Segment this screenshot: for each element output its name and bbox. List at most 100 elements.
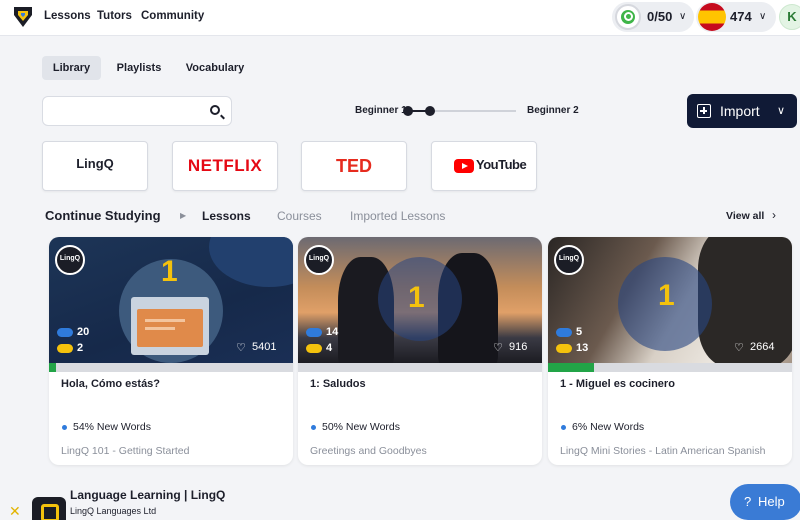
lesson-progress-bar [548,363,792,372]
coin-ring [615,4,641,30]
banner-title: Language Learning | LingQ [70,488,226,502]
lingq-badge: LingQ [55,245,85,275]
nav-lessons[interactable]: Lessons [44,10,91,22]
level-start-label: Beginner 1 [355,105,407,116]
course-name[interactable]: Greetings and Goodbyes [310,445,427,457]
lesson-card[interactable]: LingQ 1 14 4 ♡ 916 1: Saludos 50% New Wo… [298,237,542,465]
lesson-level-number: 1 [408,281,425,314]
tab-imported-lessons[interactable]: Imported Lessons [350,209,445,223]
provider-lingq[interactable]: LingQ [42,141,148,191]
lingq-badge: LingQ [304,245,334,275]
help-button[interactable]: ? Help [730,484,800,520]
nav-community[interactable]: Community [141,10,204,22]
lesson-title[interactable]: Hola, Cómo estás? [61,378,160,390]
lesson-progress-bar [49,363,293,372]
lesson-thumbnail[interactable]: LingQ 1 5 13 ♡ 2664 [548,237,792,363]
new-words-percent: 54% New Words [73,421,152,433]
help-label: Help [758,494,785,509]
view-all-link[interactable]: View all [726,210,764,222]
chevron-down-icon: ∨ [777,105,786,117]
blue-words-icon [556,328,572,337]
nav-tutors[interactable]: Tutors [97,10,132,22]
level-slider-min-knob[interactable] [403,106,413,116]
blue-words-count: 14 [326,326,339,338]
lesson-progress-bar [298,363,542,372]
lesson-card[interactable]: LingQ 1 5 13 ♡ 2664 1 - Miguel es cocine… [548,237,792,465]
lesson-level-number: 1 [658,279,675,312]
tab-library[interactable]: Library [42,56,101,80]
level-end-label: Beginner 2 [527,105,579,116]
badge-label: LingQ [59,255,81,262]
chevron-right-icon[interactable]: › [772,208,776,222]
yellow-words-count: 13 [576,342,589,354]
yellow-words-count: 2 [77,342,84,354]
import-plus-icon [697,104,711,118]
lesson-thumbnail[interactable]: LingQ 1 14 4 ♡ 916 [298,237,542,363]
lesson-title[interactable]: 1: Saludos [310,378,366,390]
youtube-logo: YouTube [476,157,527,172]
provider-youtube[interactable]: YouTube [431,141,537,191]
blue-words-icon [306,328,322,337]
new-words-dot [311,425,316,430]
likes-count: 2664 [750,341,775,353]
lesson-card[interactable]: LingQ 1 20 2 ♡ 5401 Hola, Cómo estás? 54… [49,237,293,465]
netflix-logo: NETFLIX [187,156,263,175]
blue-words-count: 5 [576,326,583,338]
person-silhouette [698,237,792,363]
provider-ted[interactable]: TED [301,141,407,191]
search-icon[interactable] [210,105,220,115]
banner-subtitle: LingQ Languages Ltd [70,506,157,516]
badge-label: LingQ [558,255,580,262]
lesson-title[interactable]: 1 - Miguel es cocinero [560,378,675,390]
window-illustration [131,297,209,355]
triangle-right-icon: ▶ [180,211,187,220]
likes-count: 916 [509,341,528,353]
chevron-down-icon: ∨ [759,11,767,22]
continue-studying-title: Continue Studying [45,208,161,223]
streak-pill[interactable]: 0/50 ∨ [612,2,694,32]
lingq-app-icon [32,497,66,520]
heart-icon[interactable]: ♡ [236,341,246,354]
progress-fill [49,363,56,372]
new-words-dot [62,425,67,430]
likes-count: 5401 [252,341,277,353]
new-words-percent: 50% New Words [322,421,401,433]
heart-icon[interactable]: ♡ [734,341,744,354]
course-name[interactable]: LingQ Mini Stories - Latin American Span… [560,445,765,457]
avatar[interactable]: K [779,4,800,30]
import-label: Import [720,103,760,119]
streak-value: 0/50 [647,9,673,24]
yellow-words-count: 4 [326,342,333,354]
yellow-words-icon [556,344,572,353]
blue-words-icon [57,328,73,337]
tab-vocabulary[interactable]: Vocabulary [182,56,248,80]
course-name[interactable]: LingQ 101 - Getting Started [61,445,189,457]
search-input[interactable] [51,103,201,121]
chevron-down-icon: ∨ [679,11,687,22]
language-pill[interactable]: 474 ∨ [696,2,776,32]
decor-shape [209,237,293,287]
lesson-thumbnail[interactable]: LingQ 1 20 2 ♡ 5401 [49,237,293,363]
import-button[interactable]: Import ∨ [687,94,797,128]
top-bar: Lessons Tutors Community 0/50 ∨ 474 ∨ K [0,0,800,36]
level-slider-max-knob[interactable] [425,106,435,116]
progress-fill [548,363,594,372]
close-icon[interactable]: ✕ [9,503,21,520]
new-words-percent: 6% New Words [572,421,645,433]
lingq-badge: LingQ [554,245,584,275]
tab-playlists[interactable]: Playlists [110,56,168,80]
tab-courses[interactable]: Courses [277,209,322,223]
heart-icon[interactable]: ♡ [493,341,503,354]
search-box [42,96,232,126]
coin-icon [621,10,635,24]
blue-words-count: 20 [77,326,90,338]
question-icon: ? [744,494,752,509]
badge-label: LingQ [308,255,330,262]
yellow-words-icon [306,344,322,353]
lesson-level-number: 1 [161,255,178,288]
lingq-logo-icon[interactable] [12,5,34,29]
provider-netflix[interactable]: NETFLIX [172,141,278,191]
new-words-dot [561,425,566,430]
tab-lessons[interactable]: Lessons [202,209,251,223]
lingq-provider-logo: LingQ [76,156,114,171]
